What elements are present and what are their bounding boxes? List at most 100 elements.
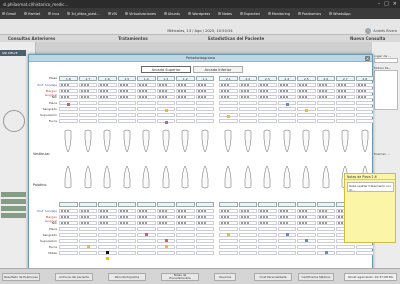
data-cell[interactable] [355, 107, 374, 111]
tooth-number[interactable]: 1.5 [117, 76, 136, 81]
data-cell[interactable] [78, 95, 97, 99]
data-cell[interactable] [176, 251, 195, 255]
data-cell[interactable] [195, 89, 214, 93]
bookmark[interactable]: WhatsApp [329, 12, 350, 16]
tooth-number[interactable] [78, 202, 97, 207]
data-cell[interactable] [297, 101, 316, 105]
tooth-number[interactable] [98, 202, 117, 207]
nav-nueva-consulta[interactable]: Nueva Consulta [350, 36, 385, 41]
data-cell[interactable] [78, 221, 97, 225]
data-cell[interactable] [176, 95, 195, 99]
data-cell[interactable] [59, 89, 78, 93]
data-cell[interactable] [316, 107, 335, 111]
data-cell[interactable] [219, 245, 238, 249]
data-cell[interactable] [117, 89, 136, 93]
data-cell[interactable] [98, 119, 117, 123]
data-cell[interactable] [316, 119, 335, 123]
data-cell[interactable] [78, 107, 97, 111]
data-cell[interactable] [277, 221, 296, 225]
data-cell[interactable] [176, 83, 195, 87]
tooth-number[interactable]: 1.1 [195, 76, 214, 81]
data-cell[interactable] [59, 119, 78, 123]
data-cell[interactable] [316, 221, 335, 225]
data-cell[interactable] [219, 215, 238, 219]
data-cell[interactable] [258, 209, 277, 213]
tooth-number[interactable] [316, 202, 335, 207]
data-cell[interactable] [137, 119, 156, 123]
data-cell[interactable] [195, 239, 214, 243]
data-cell[interactable] [117, 113, 136, 117]
data-cell[interactable] [195, 221, 214, 225]
data-cell[interactable] [277, 215, 296, 219]
data-cell[interactable] [238, 95, 257, 99]
data-cell[interactable] [137, 227, 156, 231]
data-cell[interactable] [176, 89, 195, 93]
data-cell[interactable] [219, 101, 238, 105]
tab-arcada-superior[interactable]: Arcada Superior [141, 66, 191, 73]
data-cell[interactable] [195, 251, 214, 255]
data-cell[interactable] [78, 101, 97, 105]
data-cell[interactable] [277, 89, 296, 93]
tooth-number[interactable] [176, 202, 195, 207]
data-cell[interactable] [59, 245, 78, 249]
data-cell[interactable] [117, 227, 136, 231]
data-cell[interactable] [238, 107, 257, 111]
data-cell[interactable] [336, 113, 355, 117]
data-cell[interactable] [355, 95, 374, 99]
data-cell[interactable] [98, 89, 117, 93]
data-cell[interactable] [238, 251, 257, 255]
data-cell[interactable] [117, 83, 136, 87]
data-cell[interactable] [176, 113, 195, 117]
note-text[interactable]: Debe realizar tratamiento con ch... [347, 182, 394, 192]
data-cell[interactable] [219, 221, 238, 225]
data-cell[interactable] [219, 95, 238, 99]
bookmark[interactable]: Wordpress [188, 12, 210, 16]
data-cell[interactable] [156, 209, 175, 213]
data-cell[interactable] [277, 251, 296, 255]
tooth-number[interactable] [117, 202, 136, 207]
data-cell[interactable] [195, 113, 214, 117]
data-cell[interactable] [59, 251, 78, 255]
data-cell[interactable] [117, 215, 136, 219]
tooth-number[interactable]: 1.2 [176, 76, 195, 81]
data-cell[interactable] [59, 239, 78, 243]
data-cell[interactable] [137, 245, 156, 249]
data-cell[interactable] [137, 83, 156, 87]
data-cell[interactable] [117, 101, 136, 105]
data-cell[interactable] [336, 251, 355, 255]
data-cell[interactable] [238, 89, 257, 93]
data-cell[interactable] [137, 113, 156, 117]
data-cell[interactable] [316, 101, 335, 105]
text-field[interactable] [374, 58, 398, 63]
data-cell[interactable] [238, 209, 257, 213]
data-cell[interactable] [238, 83, 257, 87]
data-cell[interactable] [258, 215, 277, 219]
data-cell[interactable] [219, 209, 238, 213]
data-cell[interactable] [258, 113, 277, 117]
data-cell[interactable] [297, 209, 316, 213]
tooth-number[interactable]: 2.5 [297, 76, 316, 81]
tooth-number[interactable] [238, 202, 257, 207]
data-cell[interactable] [59, 233, 78, 237]
data-cell[interactable] [98, 233, 117, 237]
data-cell[interactable] [258, 95, 277, 99]
bookmark[interactable]: Expected [239, 12, 260, 16]
data-cell[interactable] [297, 251, 316, 255]
tooth-number[interactable]: 1.7 [78, 76, 97, 81]
data-cell[interactable] [137, 101, 156, 105]
text-area[interactable] [374, 70, 398, 110]
data-cell[interactable] [117, 221, 136, 225]
data-cell[interactable] [258, 107, 277, 111]
data-cell[interactable] [59, 95, 78, 99]
data-cell[interactable] [316, 239, 335, 243]
data-cell[interactable] [219, 107, 238, 111]
data-cell[interactable] [117, 95, 136, 99]
data-cell[interactable] [78, 89, 97, 93]
data-cell[interactable] [355, 113, 374, 117]
btn-periodontograma[interactable]: Periodontograma [108, 273, 146, 281]
data-cell[interactable] [297, 227, 316, 231]
data-cell[interactable] [336, 89, 355, 93]
data-cell[interactable] [156, 83, 175, 87]
tooth-number[interactable]: 2.4 [277, 76, 296, 81]
maximize-icon[interactable]: □ [384, 1, 389, 7]
